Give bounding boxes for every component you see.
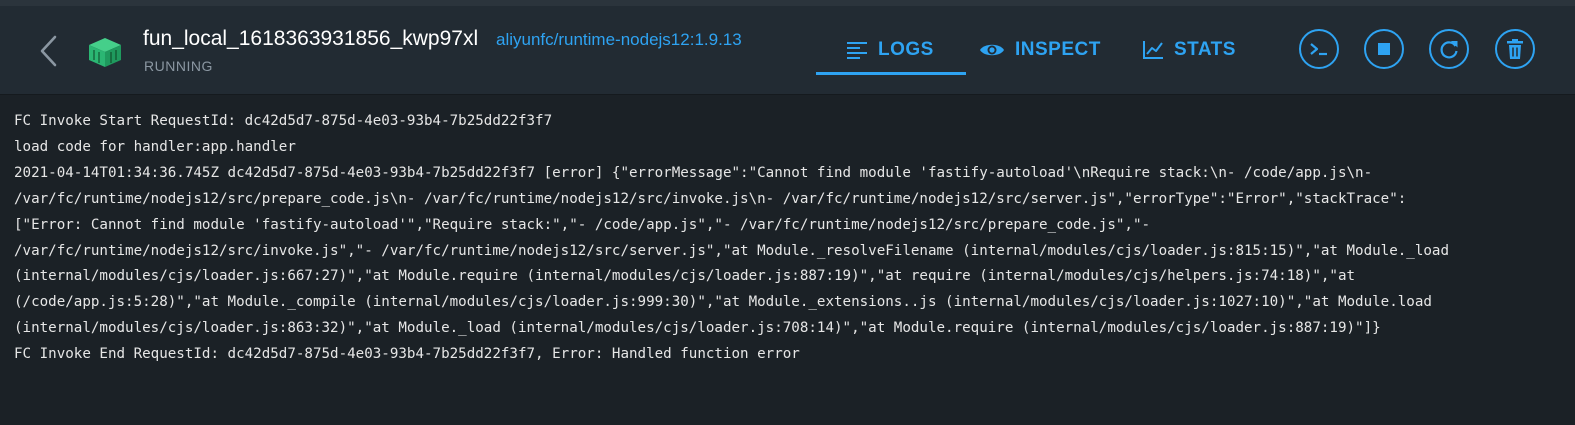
tab-stats[interactable]: STATS bbox=[1142, 6, 1236, 94]
lines-icon bbox=[847, 42, 867, 59]
chevron-left-icon bbox=[40, 35, 57, 67]
tab-logs-label: LOGS bbox=[878, 39, 934, 60]
stop-button[interactable] bbox=[1364, 29, 1404, 69]
restart-button[interactable] bbox=[1429, 29, 1469, 69]
chart-icon bbox=[1143, 41, 1163, 59]
active-tab-indicator bbox=[816, 72, 966, 75]
tab-inspect-label: INSPECT bbox=[1015, 39, 1101, 60]
delete-button[interactable] bbox=[1495, 29, 1535, 69]
container-name: fun_local_1618363931856_kwp97xl bbox=[143, 27, 479, 50]
tab-stats-label: STATS bbox=[1174, 39, 1236, 60]
tab-logs[interactable]: LOGS bbox=[846, 6, 934, 94]
tab-inspect[interactable]: INSPECT bbox=[979, 6, 1101, 94]
back-button[interactable] bbox=[34, 34, 64, 68]
log-line: FC Invoke Start RequestId: dc42d5d7-875d… bbox=[14, 113, 553, 129]
log-line: (internal/modules/cjs/loader.js:667:27)"… bbox=[14, 268, 1356, 285]
log-lines: FC Invoke Start RequestId: dc42d5d7-875d… bbox=[14, 109, 1554, 368]
status-label: RUNNING bbox=[144, 58, 213, 74]
log-line: (/code/app.js:5:28)","at Module._compile… bbox=[14, 294, 1432, 311]
log-line: /var/fc/runtime/nodejs12/src/invoke.js",… bbox=[14, 242, 1449, 259]
trash-icon bbox=[1507, 39, 1523, 59]
eye-icon bbox=[980, 44, 1004, 56]
log-line: ["Error: Cannot find module 'fastify-aut… bbox=[14, 216, 1151, 233]
log-line: /var/fc/runtime/nodejs12/src/prepare_cod… bbox=[14, 190, 1407, 207]
log-output[interactable]: FC Invoke Start RequestId: dc42d5d7-875d… bbox=[0, 95, 1575, 425]
log-line: FC Invoke End RequestId: dc42d5d7-875d-4… bbox=[14, 346, 800, 363]
container-icon bbox=[89, 38, 121, 67]
stop-icon bbox=[1378, 43, 1390, 55]
log-line: load code for handler:app.handler bbox=[14, 138, 296, 155]
image-link[interactable]: aliyunfc/runtime-nodejs12:1.9.13 bbox=[496, 30, 742, 50]
terminal-icon bbox=[1310, 43, 1327, 56]
restart-icon bbox=[1440, 41, 1458, 59]
log-line: (internal/modules/cjs/loader.js:863:32)"… bbox=[14, 320, 1381, 337]
container-header: fun_local_1618363931856_kwp97xl aliyunfc… bbox=[0, 6, 1575, 95]
cli-button[interactable] bbox=[1299, 29, 1339, 69]
log-line: 2021-04-14T01:34:36.745Z dc42d5d7-875d-4… bbox=[14, 164, 1373, 181]
